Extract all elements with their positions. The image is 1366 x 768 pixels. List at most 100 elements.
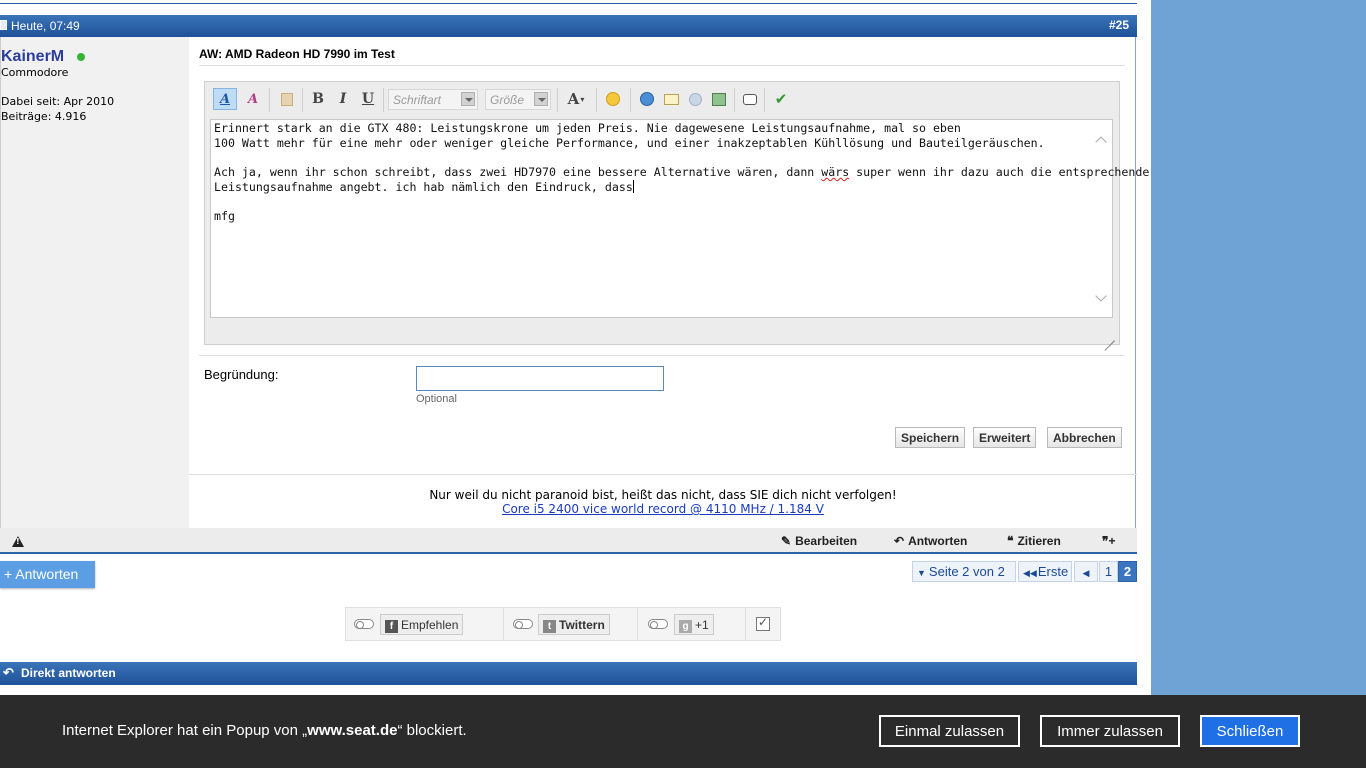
toolbar-separator: [764, 88, 765, 112]
social-segment-twitter: t Twittern: [504, 608, 638, 640]
post-footer: ✎Bearbeiten ↶Antworten ❝Zitieren ❞+: [0, 528, 1137, 554]
direct-reply-label: Direkt antworten: [21, 666, 116, 680]
reply-arrow-icon: ↶: [894, 534, 905, 548]
unlink-icon[interactable]: [684, 88, 706, 110]
signature-link[interactable]: Core i5 2400 vice world record @ 4110 MH…: [189, 502, 1137, 516]
advanced-button[interactable]: Erweitert: [973, 427, 1037, 448]
misspelled-word[interactable]: wärs: [821, 165, 849, 179]
smiley-icon[interactable]: [601, 88, 625, 110]
text-caret: [632, 180, 634, 193]
report-warning-icon[interactable]: [12, 536, 24, 547]
italic-icon[interactable]: I: [332, 88, 354, 110]
gplus-toggle[interactable]: [648, 619, 668, 629]
save-button[interactable]: Speichern: [895, 427, 966, 448]
message-line: Ach ja, wenn ihr schon schreibt, dass zw…: [214, 165, 1149, 180]
post-header-bar: Heute, 07:49 #25: [0, 15, 1137, 37]
recommend-label: Empfehlen: [401, 618, 459, 632]
message-line: mfg: [214, 209, 235, 223]
toolbar-separator: [269, 88, 270, 112]
editor-toolbar: A A B I U Schriftart Größe A ▾ ✔: [211, 86, 1111, 114]
resize-handle-icon[interactable]: [1103, 329, 1115, 341]
edit-button[interactable]: ✎ Bearbeiten: [781, 534, 857, 548]
user-info-panel: KainerM Commodore Dabei seit: Apr 2010 B…: [0, 37, 189, 528]
cancel-button[interactable]: Abbrechen: [1047, 427, 1122, 448]
textarea-scrollbar[interactable]: [1095, 124, 1109, 314]
font-color-icon[interactable]: A ▾: [561, 88, 591, 110]
user-rank: Commodore: [1, 66, 69, 79]
twitter-label: Twittern: [559, 618, 605, 632]
social-settings-checkbox-icon[interactable]: [756, 615, 770, 631]
reason-input[interactable]: [416, 366, 664, 391]
toolbar-separator: [302, 88, 303, 112]
content-divider: [189, 474, 1137, 475]
popup-blocked-message: Internet Explorer hat ein Popup von „www…: [62, 722, 467, 739]
social-segment-gplus: g +1: [638, 608, 746, 640]
toolbar-separator: [383, 88, 384, 112]
quote-label: Zitieren: [1017, 534, 1061, 548]
google-plus-icon: g: [679, 620, 692, 633]
reply-arrow-icon: ↶: [3, 665, 14, 680]
twitter-bird-icon: t: [543, 620, 556, 633]
user-signature: Nur weil du nicht paranoid bist, heißt d…: [189, 488, 1137, 516]
top-divider: [0, 0, 1137, 4]
paste-icon[interactable]: [275, 88, 299, 110]
image-icon[interactable]: [708, 88, 730, 110]
gplus-button[interactable]: g +1: [674, 614, 714, 635]
page-jump-dropdown[interactable]: ▼ Seite 2 von 2: [912, 561, 1016, 582]
font-family-label: Schriftart: [393, 93, 442, 107]
message-textarea[interactable]: Erinnert stark an die GTX 480: Leistungs…: [210, 119, 1149, 318]
reason-label: Begründung:: [204, 367, 279, 382]
email-icon[interactable]: [660, 88, 682, 110]
bold-icon[interactable]: B: [307, 88, 329, 110]
twitter-button[interactable]: t Twittern: [538, 614, 610, 635]
scroll-down-icon[interactable]: [1095, 290, 1107, 302]
social-share-bar: f Empfehlen t Twittern g +1: [345, 607, 781, 641]
page-1-link[interactable]: 1: [1099, 561, 1118, 582]
message-line: Leistungsaufnahme angebt. ich hab nämlic…: [214, 180, 1109, 195]
multi-quote-button[interactable]: ❞+: [1102, 534, 1119, 548]
message-text: Leistungsaufnahme angebt. ich hab nämlic…: [214, 180, 633, 194]
chevron-down-icon: ▼: [917, 568, 926, 578]
remove-format-icon[interactable]: A: [241, 88, 265, 110]
message-prefix: Internet Explorer hat ein Popup von „: [62, 722, 308, 739]
post-date: Heute, 07:49: [11, 19, 80, 33]
link-icon[interactable]: [636, 88, 658, 110]
page-background: [1151, 0, 1366, 768]
quote-button[interactable]: ❝ Zitieren: [1007, 534, 1061, 548]
font-size-label: Größe: [490, 93, 525, 107]
gplus-label: +1: [695, 618, 709, 632]
new-reply-button[interactable]: + Antworten: [0, 561, 95, 588]
reply-button[interactable]: ↶ Antworten: [894, 534, 967, 548]
spellcheck-icon[interactable]: ✔: [769, 88, 793, 110]
signature-text: Nur weil du nicht paranoid bist, heißt d…: [429, 488, 897, 502]
first-page-link[interactable]: ◀◀Erste: [1018, 561, 1072, 582]
chevron-left-icon: ◀: [1082, 568, 1090, 578]
font-family-select[interactable]: Schriftart: [388, 89, 478, 110]
prev-page-link[interactable]: ◀: [1074, 561, 1098, 582]
facebook-icon: f: [385, 620, 398, 633]
facebook-recommend-button[interactable]: f Empfehlen: [380, 614, 464, 635]
allow-always-button[interactable]: Immer zulassen: [1040, 715, 1180, 747]
blocked-site: www.seat.de: [307, 722, 398, 739]
allow-once-button[interactable]: Einmal zulassen: [879, 715, 1020, 747]
toolbar-separator: [734, 88, 735, 112]
close-button[interactable]: Schließen: [1200, 715, 1300, 747]
twitter-toggle[interactable]: [513, 619, 533, 629]
text-color-mode-icon[interactable]: A: [213, 88, 237, 110]
toolbar-separator: [630, 88, 631, 112]
online-status-icon: [77, 53, 85, 61]
reason-divider: [199, 355, 1125, 356]
facebook-toggle[interactable]: [354, 619, 374, 629]
username-link[interactable]: KainerM: [1, 48, 64, 66]
underline-icon[interactable]: U: [357, 88, 379, 110]
message-suffix: “ blockiert.: [397, 722, 467, 739]
direct-reply-bar[interactable]: ↶ Direkt antworten: [0, 662, 1137, 685]
quote-icon[interactable]: [739, 88, 761, 110]
quote-icon: ❝: [1007, 534, 1014, 548]
forum-page: Heute, 07:49 #25 KainerM Commodore Dabei…: [0, 0, 1151, 695]
scroll-up-icon[interactable]: [1095, 136, 1107, 148]
font-size-select[interactable]: Größe: [485, 89, 551, 110]
message-line: Erinnert stark an die GTX 480: Leistungs…: [214, 121, 961, 135]
editor-box: A A B I U Schriftart Größe A ▾ ✔ Erinner…: [204, 81, 1149, 345]
post-number-link[interactable]: #25: [1109, 18, 1129, 32]
